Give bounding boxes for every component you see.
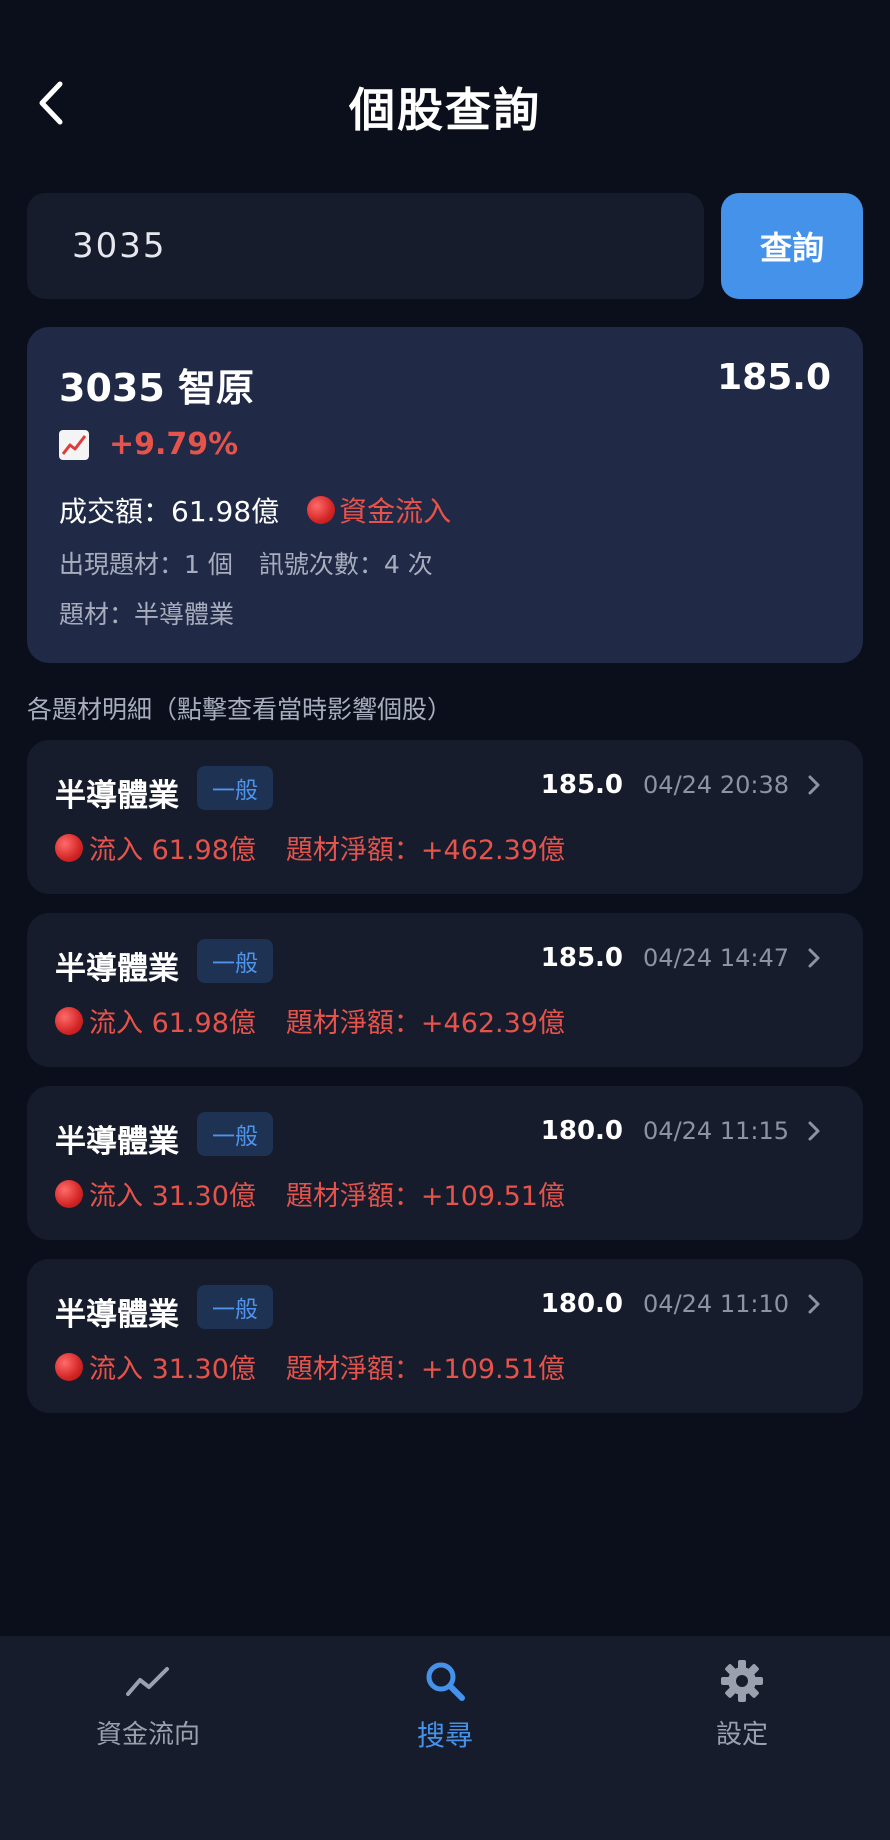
detail-net: 題材淨額：+462.39億 <box>285 835 565 866</box>
chevron-right-icon <box>807 945 827 971</box>
red-circle-icon <box>307 496 336 524</box>
category-badge: 一般 <box>197 1112 273 1156</box>
detail-topic: 半導體業 <box>55 951 179 987</box>
detail-topic: 半導體業 <box>55 1297 179 1333</box>
detail-flow: 流入 61.98億 <box>89 835 256 866</box>
tab-fund-flow[interactable]: 資金流向 <box>48 1656 248 1751</box>
gear-icon <box>721 1660 763 1702</box>
stock-code-input[interactable]: 3035 <box>27 193 704 299</box>
detail-flow: 流入 31.30億 <box>89 1181 256 1212</box>
detail-topic: 半導體業 <box>55 1124 179 1160</box>
signal-count: 訊號次數：4 次 <box>258 550 433 579</box>
detail-flow-row: 流入 31.30億 題材淨額：+109.51億 <box>55 1174 565 1213</box>
detail-flow: 流入 61.98億 <box>89 1008 256 1039</box>
detail-meta: 180.0 04/24 11:15 <box>541 1116 827 1146</box>
detail-time: 04/24 11:10 <box>643 1290 789 1318</box>
stock-price: 185.0 <box>717 357 831 398</box>
flow-label: 資金流入 <box>339 495 452 528</box>
chevron-right-icon <box>807 1118 827 1144</box>
themes-count: 出現題材：1 個 <box>59 550 233 579</box>
detail-meta: 185.0 04/24 14:47 <box>541 943 827 973</box>
change-row: +9.79% <box>59 427 238 462</box>
stock-summary-card: 3035 智原 185.0 +9.79% 成交額：61.98億 資金流入 出現題… <box>27 327 863 663</box>
trend-icon <box>126 1667 169 1696</box>
detail-price: 185.0 <box>540 943 624 973</box>
red-circle-icon <box>55 1352 83 1381</box>
detail-flow-row: 流入 31.30億 題材淨額：+109.51億 <box>55 1347 565 1386</box>
query-button[interactable]: 查詢 <box>721 193 863 299</box>
detail-net: 題材淨額：+462.39億 <box>285 1008 565 1039</box>
detail-topic: 半導體業 <box>55 778 179 814</box>
search-row: 3035 查詢 <box>27 193 863 299</box>
detail-card[interactable]: 半導體業 一般 185.0 04/24 14:47 流入 61.98億 題材淨額… <box>27 913 863 1067</box>
chevron-right-icon <box>807 772 827 798</box>
red-circle-icon <box>55 1006 83 1035</box>
turnover-row: 成交額：61.98億 資金流入 <box>59 490 451 530</box>
section-title: 各題材明細（點擊查看當時影響個股） <box>27 695 453 724</box>
header: 個股查詢 <box>0 60 890 150</box>
tab-search[interactable]: 搜尋 <box>345 1656 545 1754</box>
detail-card[interactable]: 半導體業 一般 180.0 04/24 11:15 流入 31.30億 題材淨額… <box>27 1086 863 1240</box>
detail-price: 180.0 <box>540 1116 624 1146</box>
detail-card[interactable]: 半導體業 一般 185.0 04/24 20:38 流入 61.98億 題材淨額… <box>27 740 863 894</box>
page-title: 個股查詢 <box>349 83 541 137</box>
chart-up-icon <box>59 429 89 460</box>
detail-time: 04/24 11:15 <box>643 1117 789 1145</box>
detail-flow-row: 流入 61.98億 題材淨額：+462.39億 <box>55 828 565 867</box>
change-percent: +9.79% <box>109 427 239 462</box>
tab-label: 設定 <box>715 1720 768 1750</box>
detail-time: 04/24 14:47 <box>643 944 789 972</box>
detail-time: 04/24 20:38 <box>643 771 789 799</box>
detail-meta: 185.0 04/24 20:38 <box>541 770 827 800</box>
detail-flow-row: 流入 61.98億 題材淨額：+462.39億 <box>55 1001 565 1040</box>
search-icon <box>426 1662 465 1701</box>
detail-price: 180.0 <box>540 1289 624 1319</box>
counts-row: 出現題材：1 個 訊號次數：4 次 <box>59 545 433 581</box>
turnover-text: 成交額：61.98億 <box>59 495 280 528</box>
detail-meta: 180.0 04/24 11:10 <box>541 1289 827 1319</box>
tab-settings[interactable]: 設定 <box>642 1656 842 1751</box>
red-circle-icon <box>55 833 83 862</box>
detail-card[interactable]: 半導體業 一般 180.0 04/24 11:10 流入 31.30億 題材淨額… <box>27 1259 863 1413</box>
theme-row: 題材：半導體業 <box>59 600 235 629</box>
chevron-right-icon <box>807 1291 827 1317</box>
category-badge: 一般 <box>197 1285 273 1329</box>
detail-flow: 流入 31.30億 <box>89 1354 256 1385</box>
category-badge: 一般 <box>197 939 273 983</box>
detail-net: 題材淨額：+109.51億 <box>285 1354 565 1385</box>
bottom-tab-bar: 資金流向 搜尋 設定 <box>0 1636 890 1840</box>
tab-label: 搜尋 <box>416 1719 473 1752</box>
detail-net: 題材淨額：+109.51億 <box>285 1181 565 1212</box>
stock-name: 3035 智原 <box>59 366 254 410</box>
category-badge: 一般 <box>197 766 273 810</box>
detail-price: 185.0 <box>540 770 624 800</box>
tab-label: 資金流向 <box>95 1720 200 1750</box>
flow-badge: 資金流入 <box>307 490 451 530</box>
red-circle-icon <box>55 1179 83 1208</box>
